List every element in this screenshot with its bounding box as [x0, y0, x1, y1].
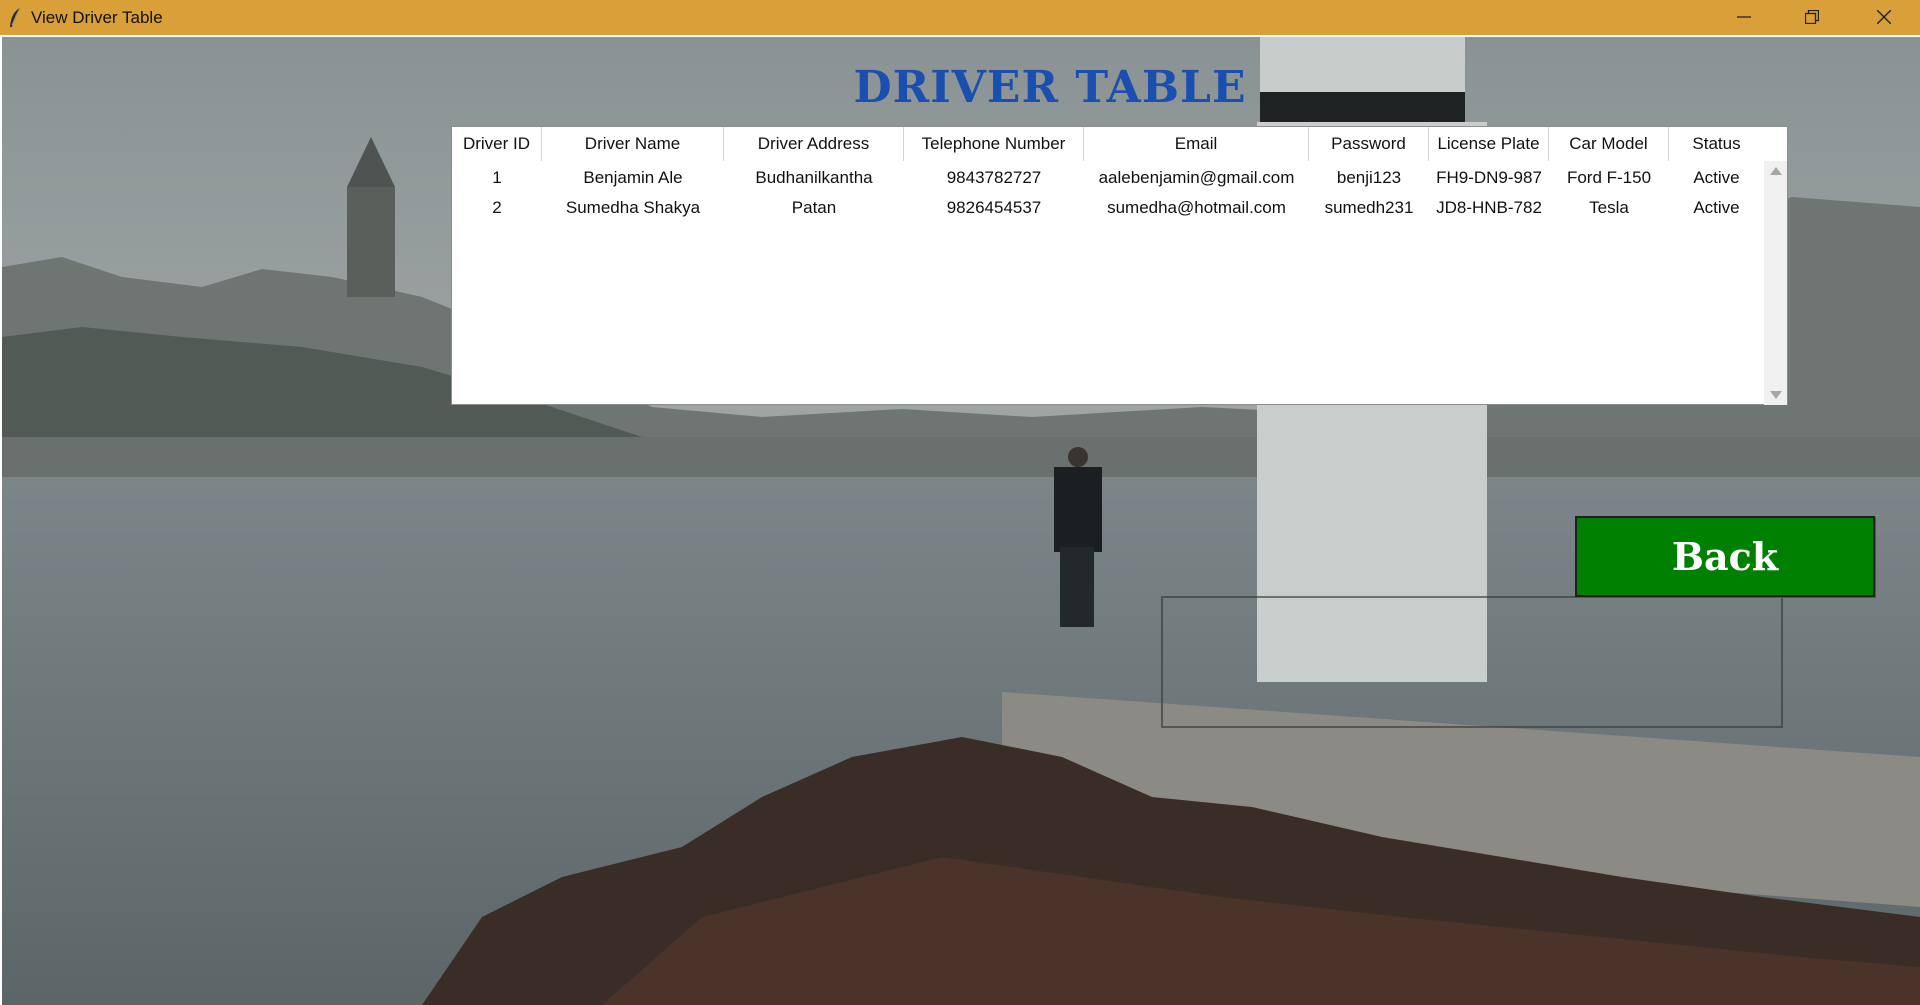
column-header[interactable]: License Plate	[1429, 127, 1549, 161]
column-header[interactable]: Driver Address	[724, 127, 904, 161]
column-header[interactable]: Telephone Number	[904, 127, 1084, 161]
table-cell: Budhanilkantha	[755, 168, 873, 187]
column-header[interactable]: Driver Name	[542, 127, 724, 161]
close-button[interactable]	[1850, 0, 1918, 35]
scroll-down-arrow-icon[interactable]	[1770, 391, 1782, 399]
table-body: 1 Benjamin Ale Budhanilkantha 9843782727…	[452, 163, 1764, 223]
column-header[interactable]: Car Model	[1549, 127, 1669, 161]
maximize-button[interactable]	[1778, 0, 1846, 35]
scroll-up-arrow-icon[interactable]	[1770, 167, 1782, 175]
table-cell: Sumedha Shakya	[565, 198, 701, 217]
minimize-button[interactable]	[1710, 0, 1778, 35]
page-title: DRIVER TABLE	[853, 62, 1247, 113]
table-cell: 1	[492, 168, 502, 187]
table-cell: Tesla	[1589, 198, 1629, 217]
window-titlebar: View Driver Table	[0, 0, 1920, 35]
table-cell: sumedh231	[1324, 198, 1414, 217]
table-cell: 9826454537	[946, 198, 1042, 217]
table-cell: Benjamin Ale	[583, 168, 683, 187]
table-cell: 9843782727	[946, 168, 1042, 187]
feather-icon	[8, 7, 22, 29]
driver-table[interactable]: Driver ID Driver Name Driver Address Tel…	[451, 126, 1788, 405]
table-header: Driver ID Driver Name Driver Address Tel…	[452, 127, 1764, 161]
table-cell: Ford F-150	[1566, 168, 1652, 187]
table-cell: aalebenjamin@gmail.com	[1098, 168, 1295, 187]
table-cell: Active	[1693, 198, 1740, 217]
table-cell: benji123	[1336, 168, 1402, 187]
column-header[interactable]: Driver ID	[452, 127, 542, 161]
table-cell: JD8-HNB-782	[1436, 198, 1542, 217]
maximize-icon	[1805, 10, 1819, 24]
close-icon	[1877, 10, 1891, 24]
column-header[interactable]: Password	[1309, 127, 1429, 161]
vertical-scrollbar[interactable]	[1764, 161, 1787, 405]
minimize-icon	[1737, 16, 1751, 18]
table-cell: FH9-DN9-987	[1436, 168, 1542, 187]
back-button[interactable]: Back	[1575, 516, 1875, 597]
column-header[interactable]: Status	[1669, 127, 1764, 161]
table-cell: 2	[492, 198, 502, 217]
table-cell: Active	[1693, 168, 1740, 187]
column-header[interactable]: Email	[1084, 127, 1309, 161]
window-title: View Driver Table	[31, 8, 163, 27]
table-row[interactable]: 2 Sumedha Shakya Patan 9826454537 sumedh…	[452, 193, 1764, 223]
table-cell: sumedha@hotmail.com	[1107, 198, 1286, 217]
table-row[interactable]: 1 Benjamin Ale Budhanilkantha 9843782727…	[452, 163, 1764, 193]
table-cell: Patan	[791, 198, 837, 217]
